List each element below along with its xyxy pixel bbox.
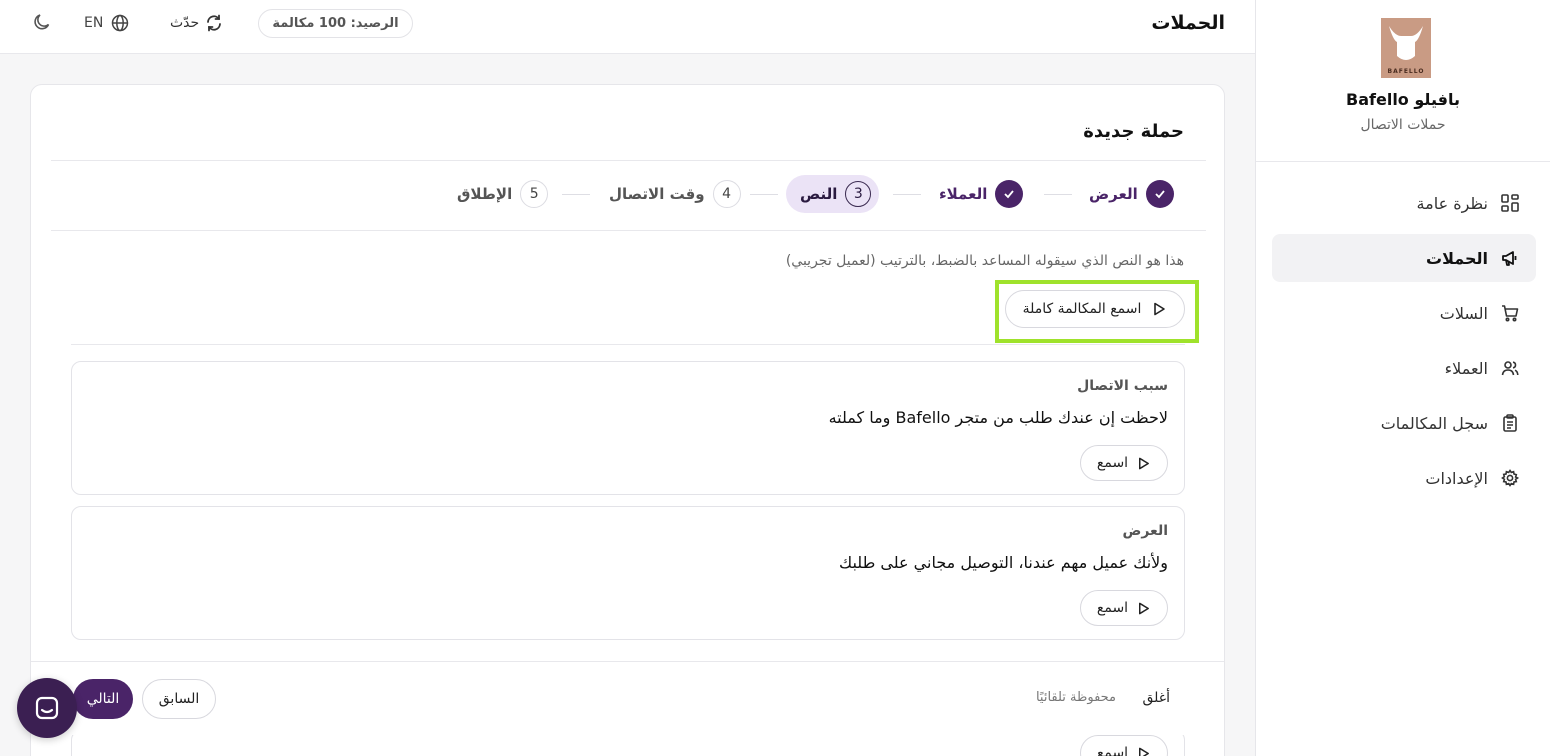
sidebar-item-label: الإعدادات [1425, 468, 1488, 488]
step-separator [893, 194, 921, 195]
balance-badge: الرصيد: 100 مكالمة [258, 9, 413, 38]
brand-block: BAFELLO Bafello بافيلو حملات الاتصال [1256, 0, 1550, 162]
sidebar-item-overview[interactable]: نظرة عامة [1272, 179, 1536, 227]
moon-icon [34, 14, 50, 30]
sidebar-item-label: نظرة عامة [1416, 193, 1488, 213]
footer-bar: أغلق محفوظة تلقائيًا السابق التالي [31, 661, 1224, 735]
sidebar-item-label: سجل المكالمات [1380, 413, 1488, 433]
sidebar: BAFELLO Bafello بافيلو حملات الاتصال نظر… [1255, 0, 1550, 756]
play-full-call-button[interactable]: اسمع المكالمة كاملة [1005, 290, 1185, 328]
play-icon [1154, 302, 1166, 316]
close-button[interactable]: أغلق [1142, 690, 1170, 706]
globe-icon [112, 14, 129, 32]
step-call-time[interactable]: 4 وقت الاتصال [609, 175, 741, 213]
language-toggle[interactable]: EN [84, 11, 129, 35]
refresh-icon [207, 14, 222, 32]
step-customers[interactable]: العملاء [939, 175, 1024, 213]
step-script[interactable]: 3 النص [786, 175, 880, 213]
listen-button[interactable]: اسمع [1080, 590, 1168, 626]
sidebar-item-label: الحملات [1426, 248, 1488, 268]
refresh-label: حدّث [170, 15, 200, 31]
megaphone-icon [1500, 248, 1520, 268]
segment-text: ولأنك عميل مهم عندنا، التوصيل مجاني على … [838, 553, 1168, 572]
step-label: النص [800, 185, 838, 203]
listen-label: اسمع [1096, 455, 1129, 471]
refresh-button[interactable]: حدّث [170, 11, 223, 35]
campaign-card: حملة جديدة العرض العملاء 3 النص 4 وقت ال… [30, 84, 1225, 756]
step-separator [750, 194, 778, 195]
play-full-label: اسمع المكالمة كاملة [1022, 301, 1142, 317]
gear-icon [1500, 468, 1520, 488]
grid-icon [1500, 193, 1520, 213]
check-icon [995, 180, 1024, 208]
step-separator [562, 194, 590, 195]
segment-text: لاحظت إن عندك طلب من متجر Bafello وما كم… [828, 408, 1168, 427]
script-segment: سبب الاتصال لاحظت إن عندك طلب من متجر Ba… [71, 361, 1185, 495]
brand-logo: BAFELLO [1381, 18, 1431, 78]
divider [51, 230, 1206, 231]
listen-button[interactable]: اسمع [1080, 735, 1168, 756]
segment-title: العرض [1122, 523, 1169, 539]
sidebar-item-label: العملاء [1444, 358, 1488, 378]
chat-icon [35, 696, 59, 720]
brand-name: Bafello بافيلو [1346, 90, 1460, 109]
sidebar-item-call-log[interactable]: سجل المكالمات [1272, 399, 1536, 447]
step-label: الإطلاق [457, 185, 513, 203]
language-label: EN [84, 15, 104, 31]
chat-launcher-button[interactable] [17, 678, 77, 738]
page-title: الحملات [1151, 12, 1225, 34]
step-number: 4 [712, 180, 741, 208]
logo-text: BAFELLO [1387, 68, 1425, 75]
cart-icon [1500, 303, 1520, 323]
sidebar-item-label: السلات [1439, 303, 1488, 323]
users-icon [1500, 358, 1520, 378]
sidebar-item-campaigns[interactable]: الحملات [1272, 234, 1536, 282]
script-description: هذا هو النص الذي سيقوله المساعد بالضبط، … [785, 253, 1184, 269]
top-bar: الحملات الرصيد: 100 مكالمة حدّث EN [0, 0, 1255, 54]
brand-subtitle: حملات الاتصال [1360, 117, 1446, 133]
theme-toggle[interactable] [32, 12, 54, 34]
stepper: العرض العملاء 3 النص 4 وقت الاتصال 5 الإ… [31, 175, 1224, 215]
step-number: 5 [520, 180, 549, 208]
card-title: حملة جديدة [1083, 121, 1184, 142]
sidebar-item-settings[interactable]: الإعدادات [1272, 454, 1536, 502]
step-separator [1044, 194, 1072, 195]
step-label: العرض [1089, 185, 1138, 203]
autosave-status: محفوظة تلقائيًا [1035, 690, 1116, 705]
clipboard-icon [1500, 413, 1520, 433]
step-offer[interactable]: العرض [1089, 175, 1174, 213]
divider [71, 344, 1185, 345]
script-segment: العرض ولأنك عميل مهم عندنا، التوصيل مجان… [71, 506, 1185, 640]
listen-button[interactable]: اسمع [1080, 445, 1168, 481]
next-button[interactable]: التالي [73, 679, 133, 719]
listen-label: اسمع [1096, 600, 1129, 616]
play-icon [1139, 747, 1150, 756]
listen-label: اسمع [1096, 745, 1129, 756]
previous-button[interactable]: السابق [142, 679, 216, 719]
play-icon [1139, 602, 1150, 614]
sidebar-item-customers[interactable]: العملاء [1272, 344, 1536, 392]
step-launch[interactable]: 5 الإطلاق [457, 175, 549, 213]
step-number: 3 [845, 181, 872, 207]
step-label: وقت الاتصال [609, 185, 705, 203]
sidebar-item-carts[interactable]: السلات [1272, 289, 1536, 337]
divider [51, 160, 1206, 161]
step-label: العملاء [939, 185, 988, 203]
check-icon [1145, 180, 1174, 208]
play-icon [1139, 457, 1150, 469]
segment-title: سبب الاتصال [1077, 378, 1168, 394]
